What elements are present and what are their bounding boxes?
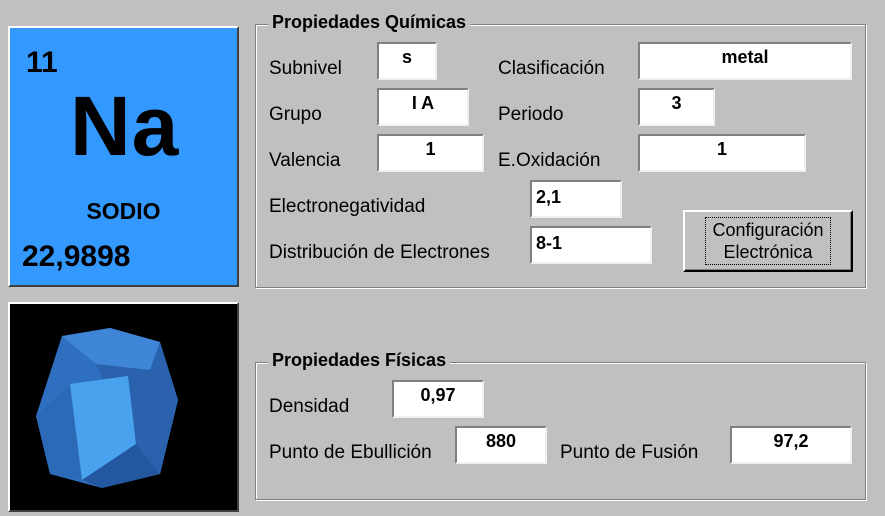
clasificacion-label: Clasificación [498,58,605,79]
distribucion-field[interactable]: 8-1 [530,226,652,264]
atomic-mass: 22,9898 [22,240,131,273]
periodo-field[interactable]: 3 [638,88,715,126]
electronegatividad-field[interactable]: 2,1 [530,180,622,218]
ebullicion-label: Punto de Ebullición [269,442,432,463]
oxidacion-field[interactable]: 1 [638,134,806,172]
densidad-label: Densidad [269,396,350,417]
grupo-field[interactable]: I A [377,88,469,126]
distribucion-label: Distribución de Electrones [269,242,490,263]
element-card: 11 Na SODIO 22,9898 [8,26,239,287]
subnivel-label: Subnivel [269,58,342,79]
button-focus-rect: Configuración Electrónica [705,217,831,265]
atomic-number: 11 [26,46,58,79]
fusion-label: Punto de Fusión [560,442,699,463]
hexagonal-crystal-icon [36,328,178,488]
fisicas-title: Propiedades Físicas [268,350,451,371]
subnivel-field[interactable]: s [377,42,437,80]
valencia-field[interactable]: 1 [377,134,484,172]
button-label-line2: Electrónica [723,242,813,262]
button-label-line1: Configuración [712,220,824,240]
crystal-image [8,302,239,512]
fusion-field[interactable]: 97,2 [730,426,852,464]
element-symbol: Na [70,79,180,173]
grupo-label: Grupo [269,104,322,125]
oxidacion-label: E.Oxidación [498,150,601,171]
ebullicion-field[interactable]: 880 [455,426,547,464]
valencia-label: Valencia [269,150,341,171]
periodo-label: Periodo [498,104,564,125]
densidad-field[interactable]: 0,97 [392,380,484,418]
configuracion-electronica-button[interactable]: Configuración Electrónica [683,210,853,272]
quimicas-title: Propiedades Químicas [268,12,471,33]
clasificacion-field[interactable]: metal [638,42,852,80]
element-name: SODIO [86,198,161,224]
electronegatividad-label: Electronegatividad [269,196,426,217]
